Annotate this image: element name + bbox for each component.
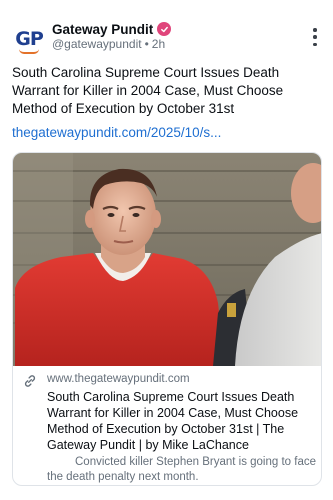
author-name-row: Gateway Pundit [52,20,172,38]
card-title[interactable]: South Carolina Supreme Court Issues Deat… [47,389,317,453]
post-text: South Carolina Supreme Court Issues Deat… [12,65,284,116]
verified-badge-icon [157,22,172,36]
author-handle[interactable]: @gatewaypundit [52,37,142,51]
card-meta: www.thegatewaypundit.com South Carolina … [13,366,321,485]
author-display-name[interactable]: Gateway Pundit [52,22,153,37]
author-handle-row: @gatewaypundit • 2h [52,37,165,51]
separator-dot: • [144,37,149,51]
post[interactable]: GP Gateway Pundit @gatewaypundit • 2h So… [0,0,333,500]
card-image[interactable] [13,153,321,366]
avatar-logo-text: GP [15,27,44,50]
link-chain-icon [24,375,36,387]
more-vertical-icon[interactable] [311,28,319,46]
link-card[interactable]: www.thegatewaypundit.com South Carolina … [12,152,322,486]
card-domain: www.thegatewaypundit.com [47,373,190,385]
avatar[interactable]: GP [12,22,46,56]
avatar-smile-mark [19,49,39,54]
card-description: Convicted killer Stephen Bryant is going… [47,456,316,483]
post-timestamp[interactable]: 2h [152,37,165,51]
post-link[interactable]: thegatewaypundit.com/2025/10/s... [12,125,221,140]
